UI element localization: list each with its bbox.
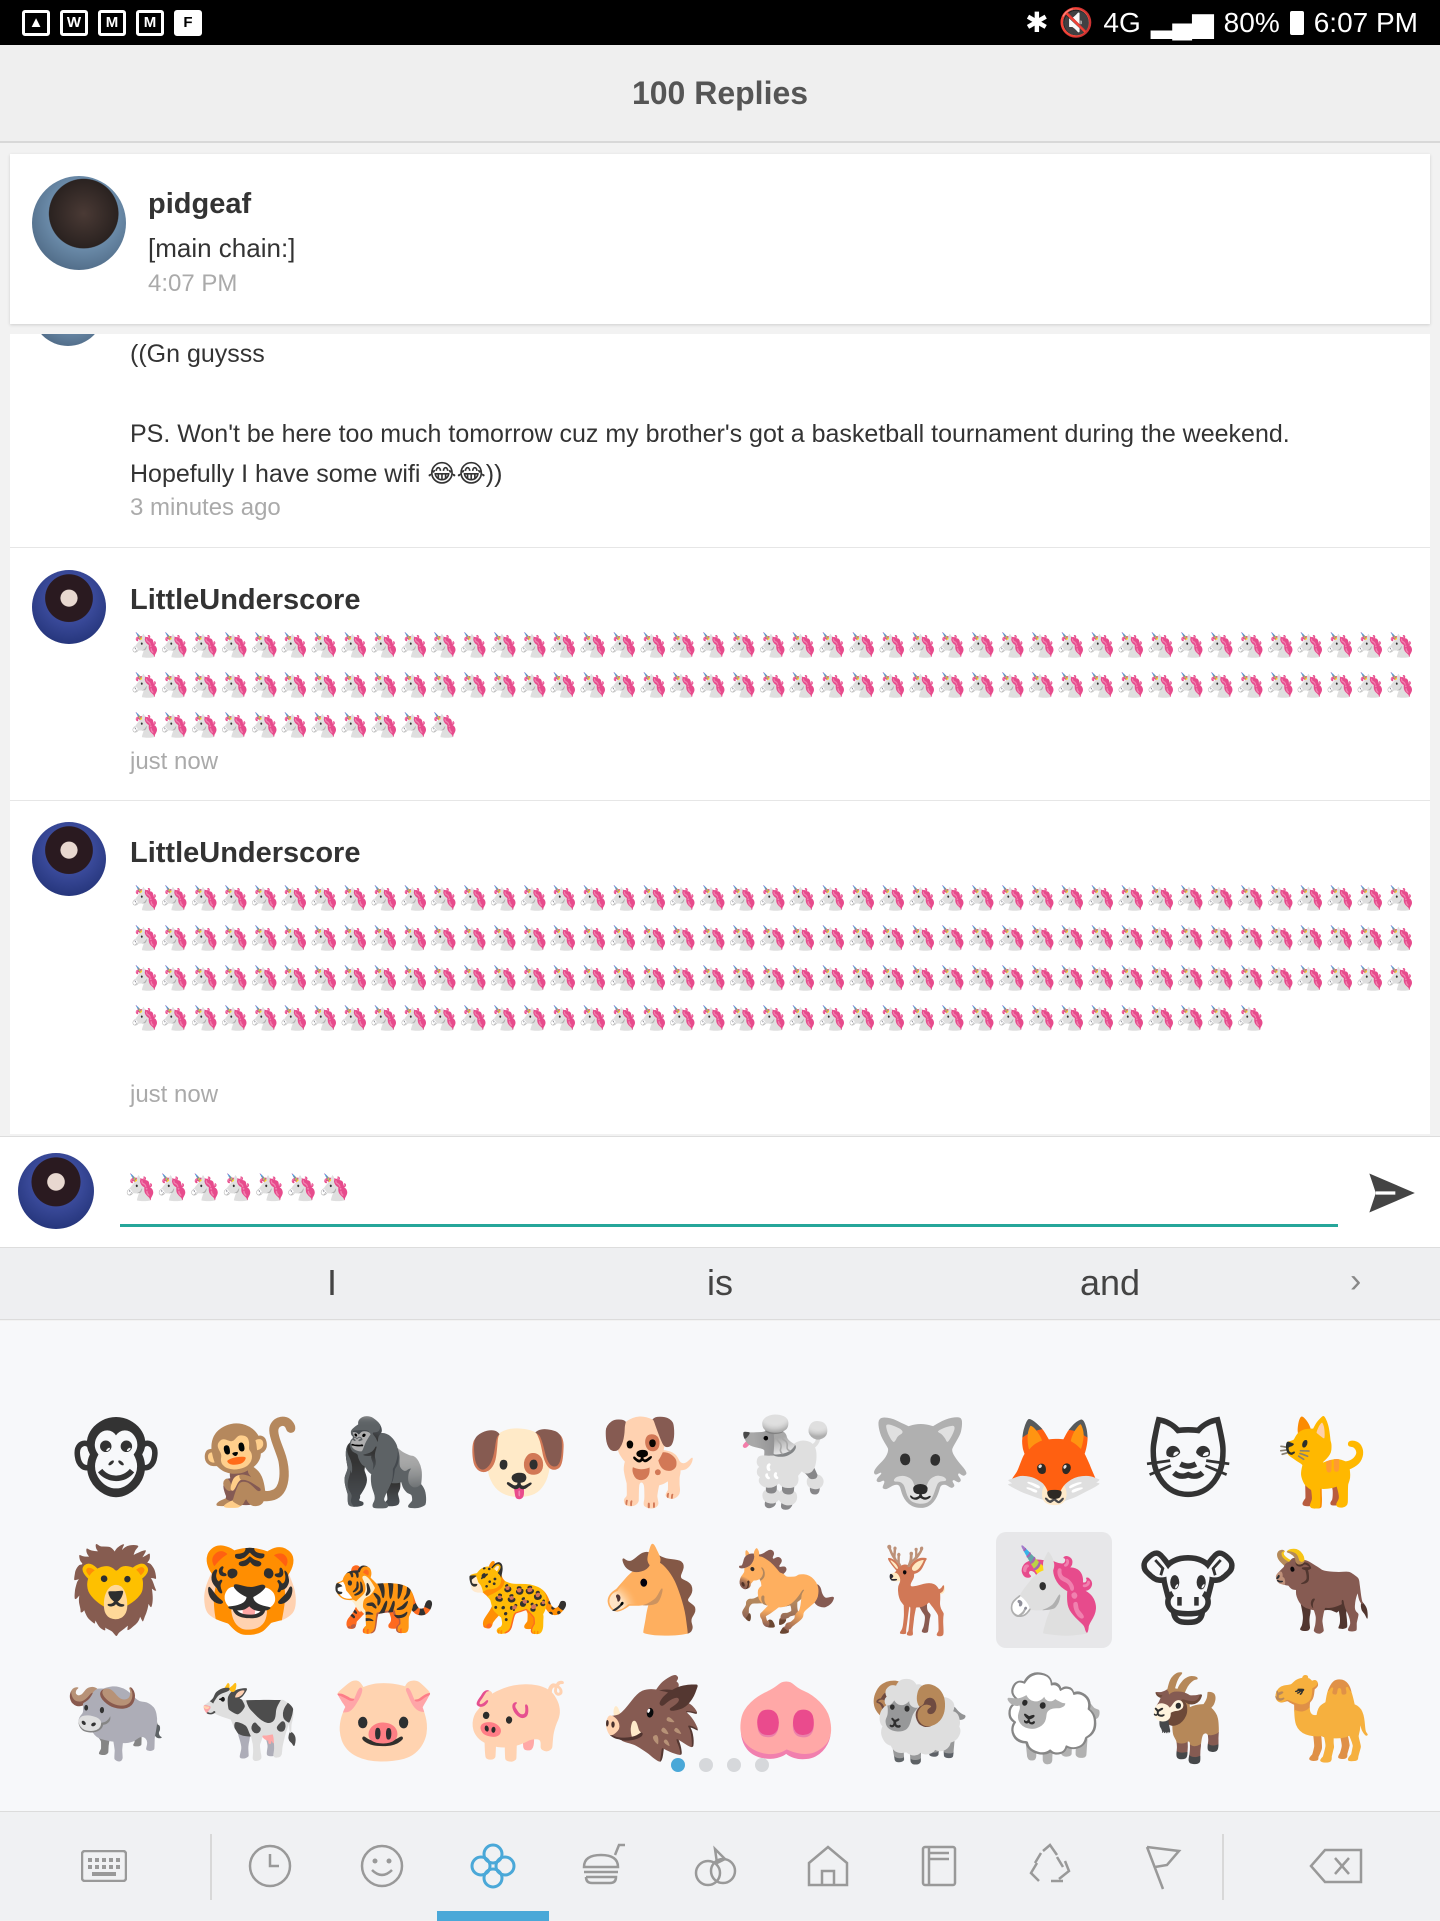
avatar[interactable] bbox=[32, 570, 106, 644]
reply-input[interactable]: 🦄🦄🦄🦄🦄🦄🦄 bbox=[120, 1157, 1338, 1227]
message-feed[interactable]: ((Gn guysss PS. Won't be here too much t… bbox=[10, 334, 1430, 1134]
bluetooth-icon: ✱ bbox=[1025, 7, 1049, 38]
network-label: 4G bbox=[1103, 6, 1141, 38]
emoji-key[interactable]: 🐵 bbox=[58, 1404, 174, 1520]
message-text: Hopefully I have some wifi 😂😂)) bbox=[130, 460, 503, 488]
timestamp: just now bbox=[130, 748, 219, 775]
notification-icons: ▲ W M M F bbox=[22, 9, 202, 36]
emoji-key[interactable]: 🐮 bbox=[1130, 1532, 1246, 1648]
page-dot[interactable] bbox=[671, 1758, 685, 1772]
divider bbox=[210, 1834, 212, 1900]
composer-bar: 🦄🦄🦄🦄🦄🦄🦄 bbox=[0, 1136, 1440, 1248]
keyboard-icon[interactable] bbox=[76, 1838, 132, 1894]
flipboard-icon: F bbox=[174, 9, 202, 36]
divider bbox=[10, 547, 1430, 548]
w-icon: W bbox=[60, 9, 88, 36]
recycle-icon[interactable] bbox=[1022, 1838, 1078, 1894]
house-icon[interactable] bbox=[800, 1838, 856, 1894]
smiley-icon[interactable] bbox=[354, 1838, 410, 1894]
emoji-key[interactable]: 🐂 bbox=[1264, 1532, 1380, 1648]
emoji-key[interactable]: 🦍 bbox=[326, 1404, 442, 1520]
emoji-key[interactable]: 🐱 bbox=[1130, 1404, 1246, 1520]
mail-outline-icon: M bbox=[98, 9, 126, 36]
page-dot[interactable] bbox=[755, 1758, 769, 1772]
unicorn-emoji-text: 🦄🦄🦄🦄🦄🦄🦄🦄🦄🦄🦄🦄🦄🦄🦄🦄🦄🦄🦄🦄🦄🦄🦄🦄🦄🦄🦄🦄🦄🦄🦄🦄🦄🦄🦄🦄🦄🦄🦄🦄… bbox=[130, 632, 1415, 739]
message-text: ((Gn guysss bbox=[130, 340, 265, 368]
pinned-message[interactable]: pidgeaf [main chain:] 4:07 PM bbox=[10, 154, 1430, 324]
suggestion[interactable]: is bbox=[707, 1262, 733, 1304]
emoji-key[interactable]: 🐕 bbox=[594, 1404, 710, 1520]
system-icons: ✱ 🔇 4G ▂▄▆ 80% 6:07 PM bbox=[1025, 6, 1418, 39]
emoji-category-bar bbox=[0, 1811, 1440, 1921]
message-text: PS. Won't be here too much tomorrow cuz … bbox=[130, 420, 1290, 448]
suggestion[interactable]: and bbox=[1080, 1262, 1140, 1304]
username[interactable]: LittleUnderscore bbox=[130, 584, 360, 617]
emoji-key[interactable]: 🦁 bbox=[58, 1532, 174, 1648]
emoji-key[interactable]: 🐶 bbox=[460, 1404, 576, 1520]
chevron-right-icon[interactable]: › bbox=[1350, 1262, 1361, 1301]
emoji-panel: 🐵 🐒 🦍 🐶 🐕 🐩 🐺 🦊 🐱 🐈 🦁 🐯 🐅 🐆 🐴 🐎 🦌 🦄 🐮 🐂 🐃 🐄 🐷 🐖 🐗 🐽 🐏 🐑 🐐 🐪 bbox=[0, 1321, 1440, 1811]
message-text: [main chain:] bbox=[148, 233, 296, 263]
avatar bbox=[18, 1153, 94, 1229]
mute-icon: 🔇 bbox=[1058, 7, 1094, 38]
emoji-key[interactable]: 🐅 bbox=[326, 1532, 442, 1648]
emoji-key[interactable]: 🐺 bbox=[862, 1404, 978, 1520]
page-dot[interactable] bbox=[699, 1758, 713, 1772]
clock: 6:07 PM bbox=[1313, 6, 1418, 38]
avatar[interactable] bbox=[32, 334, 104, 346]
image-icon: ▲ bbox=[22, 9, 50, 36]
battery-icon bbox=[1289, 10, 1304, 35]
page-indicator bbox=[0, 1758, 1440, 1772]
emoji-key[interactable]: 🐴 bbox=[594, 1532, 710, 1648]
battery-percent: 80% bbox=[1223, 6, 1280, 38]
status-bar: ▲ W M M F ✱ 🔇 4G ▂▄▆ 80% 6:07 PM bbox=[0, 0, 1440, 45]
word-suggestions: I is and › bbox=[0, 1248, 1440, 1320]
page-title: 100 Replies bbox=[0, 45, 1440, 143]
emoji-key[interactable]: 🐯 bbox=[192, 1532, 308, 1648]
send-icon[interactable] bbox=[1365, 1167, 1417, 1219]
emoji-key[interactable]: 🐒 bbox=[192, 1404, 308, 1520]
sports-icon[interactable] bbox=[688, 1838, 744, 1894]
signal-icon: ▂▄▆ bbox=[1150, 7, 1214, 38]
mail-icon: M bbox=[136, 9, 164, 36]
objects-icon[interactable] bbox=[911, 1838, 967, 1894]
username[interactable]: pidgeaf bbox=[148, 188, 251, 221]
emoji-key[interactable]: 🦄 bbox=[996, 1532, 1112, 1648]
divider bbox=[10, 800, 1430, 801]
emoji-key[interactable]: 🐎 bbox=[728, 1532, 844, 1648]
username[interactable]: LittleUnderscore bbox=[130, 837, 360, 870]
avatar[interactable] bbox=[32, 822, 106, 896]
timestamp: just now bbox=[130, 1081, 219, 1108]
timestamp: 3 minutes ago bbox=[130, 494, 281, 521]
divider bbox=[1222, 1834, 1224, 1900]
backspace-icon[interactable] bbox=[1308, 1838, 1364, 1894]
emoji-key[interactable]: 🦊 bbox=[996, 1404, 1112, 1520]
clover-icon[interactable] bbox=[465, 1838, 521, 1894]
food-icon[interactable] bbox=[576, 1838, 632, 1894]
emoji-key[interactable]: 🦌 bbox=[862, 1532, 978, 1648]
flag-icon[interactable] bbox=[1134, 1838, 1190, 1894]
unicorn-emoji-text: 🦄🦄🦄🦄🦄🦄🦄🦄🦄🦄🦄🦄🦄🦄🦄🦄🦄🦄🦄🦄🦄🦄🦄🦄🦄🦄🦄🦄🦄🦄🦄🦄🦄🦄🦄🦄🦄🦄🦄🦄… bbox=[130, 885, 1415, 1032]
emoji-key[interactable]: 🐆 bbox=[460, 1532, 576, 1648]
recent-clock-icon[interactable] bbox=[242, 1838, 298, 1894]
emoji-key[interactable]: 🐈 bbox=[1264, 1404, 1380, 1520]
emoji-key[interactable]: 🐩 bbox=[728, 1404, 844, 1520]
page-dot[interactable] bbox=[727, 1758, 741, 1772]
avatar[interactable] bbox=[32, 176, 126, 270]
suggestion[interactable]: I bbox=[327, 1262, 337, 1304]
timestamp: 4:07 PM bbox=[148, 270, 238, 297]
